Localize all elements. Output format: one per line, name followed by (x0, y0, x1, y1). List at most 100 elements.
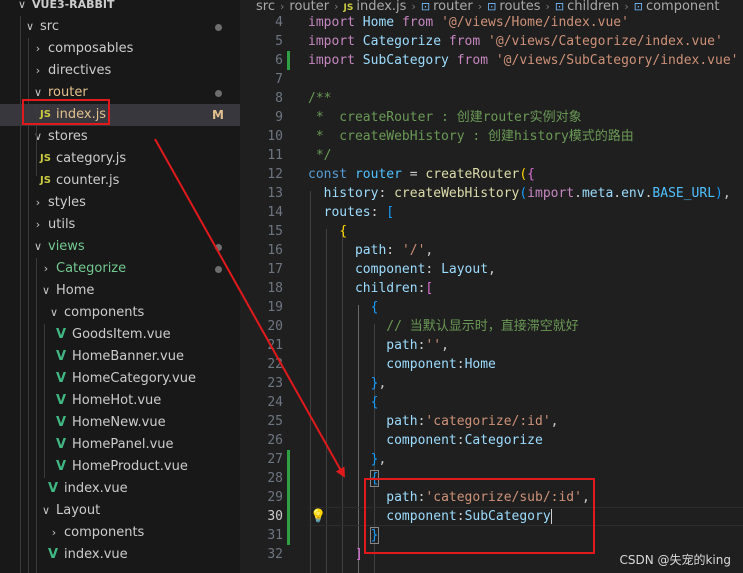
tree-item-label: components (64, 525, 145, 540)
tree-item-label: counter.js (56, 173, 120, 188)
breadcrumb-item[interactable]: router (289, 0, 329, 14)
folder-styles[interactable]: › styles (0, 192, 240, 214)
git-added-gutter-marker[interactable] (287, 450, 290, 469)
chevron-down-icon[interactable]: ∨ (40, 280, 52, 302)
code-line[interactable]: component:SubCategory (308, 507, 552, 526)
code-line[interactable]: } (308, 526, 380, 545)
code-token: SubCategory (354, 53, 457, 68)
chevron-down-icon[interactable]: ∨ (48, 302, 60, 324)
code-token: component (354, 262, 426, 277)
breadcrumb-label: children (567, 0, 620, 14)
code-line[interactable]: const router = createRouter({ (308, 165, 535, 184)
code-token: * createWebHistory : 创建history模式的路由 (308, 129, 634, 144)
code-token: component (386, 357, 457, 372)
chevron-down-icon[interactable]: ∨ (40, 500, 52, 522)
code-line[interactable]: history: createWebHistory(import.meta.en… (308, 184, 731, 203)
folder-views[interactable]: ∨ views (0, 236, 240, 258)
code-line[interactable]: /** (308, 89, 331, 108)
line-number: 9 (275, 110, 283, 125)
vue-file-icon: V (56, 371, 67, 386)
code-line[interactable]: path:'categorize/:id', (308, 412, 558, 431)
chevron-right-icon[interactable]: › (32, 214, 44, 236)
code-line[interactable]: { (308, 298, 379, 317)
folder-router[interactable]: ∨ router (0, 82, 240, 104)
chevron-down-icon[interactable]: ∨ (32, 126, 44, 148)
code-line[interactable]: path:'categorize/sub/:id', (308, 488, 590, 507)
code-line[interactable]: path: '/', (308, 241, 433, 260)
line-number: 31 (267, 528, 283, 543)
code-line[interactable]: { (308, 393, 379, 412)
code-line[interactable]: }, (308, 450, 387, 469)
code-line[interactable]: // 当默认显示时，直接滞空就好 (308, 317, 578, 336)
breadcrumb-item[interactable]: src (256, 0, 275, 14)
changes-dot-icon (215, 24, 222, 31)
explorer-root[interactable]: ∨ VUE3-RABBIT (0, 0, 240, 16)
code-line[interactable]: * createRouter : 创建router实例对象 (308, 108, 582, 127)
breadcrumb-label: router (433, 0, 473, 14)
code-token: { (527, 167, 535, 182)
chevron-right-icon[interactable]: › (48, 522, 60, 544)
vue-file-icon: V (48, 481, 59, 496)
code-editor[interactable]: src › router › JS index.js › ⊡ router › ⊡ routes › ⊡ c… (240, 0, 743, 573)
code-line[interactable]: import SubCategory from '@/views/SubCate… (308, 51, 739, 70)
breadcrumb-separator-icon: › (477, 0, 483, 13)
code-line[interactable]: import Home from '@/views/Home/index.vue… (308, 13, 629, 32)
chevron-down-icon[interactable]: ∨ (16, 0, 28, 16)
text-cursor (550, 509, 552, 524)
code-line[interactable]: * createWebHistory : 创建history模式的路由 (308, 127, 634, 146)
tree-item-label: stores (48, 129, 88, 144)
code-line[interactable]: */ (308, 146, 332, 165)
code-token: SubCategory (464, 509, 551, 524)
breadcrumb-item[interactable]: ⊡ routes (487, 0, 540, 14)
code-line[interactable]: import Categorize from '@/views/Categori… (308, 32, 723, 51)
chevron-right-icon[interactable]: › (32, 192, 44, 214)
line-number: 21 (267, 338, 283, 353)
code-token: import (308, 34, 355, 49)
chevron-right-icon[interactable]: › (32, 38, 44, 60)
code-token: : (456, 433, 465, 448)
chevron-down-icon[interactable]: ∨ (32, 82, 44, 104)
folder-composables[interactable]: › composables (0, 38, 240, 60)
chevron-down-icon[interactable]: ∨ (32, 236, 44, 258)
git-added-gutter-marker[interactable] (287, 51, 290, 70)
chevron-right-icon[interactable]: › (32, 60, 44, 82)
tree-indent-guide (28, 38, 29, 573)
vue-file-icon: V (56, 415, 67, 430)
tree-item-label: index.vue (64, 547, 128, 562)
code-line[interactable]: { (308, 469, 380, 488)
code-line[interactable]: }, (308, 374, 387, 393)
code-token: '' (425, 338, 442, 353)
breadcrumb-item[interactable]: ⊡ component (634, 0, 720, 14)
code-line[interactable]: path:'', (308, 336, 449, 355)
git-added-gutter-marker[interactable] (287, 526, 290, 545)
code-line[interactable]: routes: [ (308, 203, 394, 222)
chevron-right-icon[interactable]: › (40, 258, 52, 280)
breadcrumb-item[interactable]: JS index.js (344, 0, 407, 14)
chevron-down-icon[interactable]: ∨ (24, 16, 36, 38)
breadcrumb-item[interactable]: ⊡ router (421, 0, 473, 14)
code-line[interactable]: { (308, 222, 347, 241)
code-line[interactable]: children:[ (308, 279, 433, 298)
code-line[interactable]: component:Home (308, 355, 496, 374)
tree-item-label: category.js (56, 151, 127, 166)
code-token: ] (354, 547, 363, 562)
line-number: 25 (267, 414, 283, 429)
code-line[interactable]: component: Layout, (308, 260, 496, 279)
code-token: Home (354, 15, 402, 30)
folder-directives[interactable]: › directives (0, 60, 240, 82)
folder-utils[interactable]: › utils (0, 214, 240, 236)
breadcrumb-item[interactable]: ⊡ children (555, 0, 619, 14)
git-added-gutter-marker[interactable] (287, 507, 290, 526)
git-added-gutter-marker[interactable] (287, 488, 290, 507)
git-added-gutter-marker[interactable] (287, 469, 290, 488)
code-line[interactable]: component:Categorize (308, 431, 543, 450)
code-line[interactable]: ] (308, 545, 363, 564)
code-token: Layout (441, 262, 489, 277)
breadcrumb-label: router (289, 0, 330, 14)
folder-src[interactable]: ∨ src (0, 16, 240, 38)
code-token: . (613, 186, 622, 201)
